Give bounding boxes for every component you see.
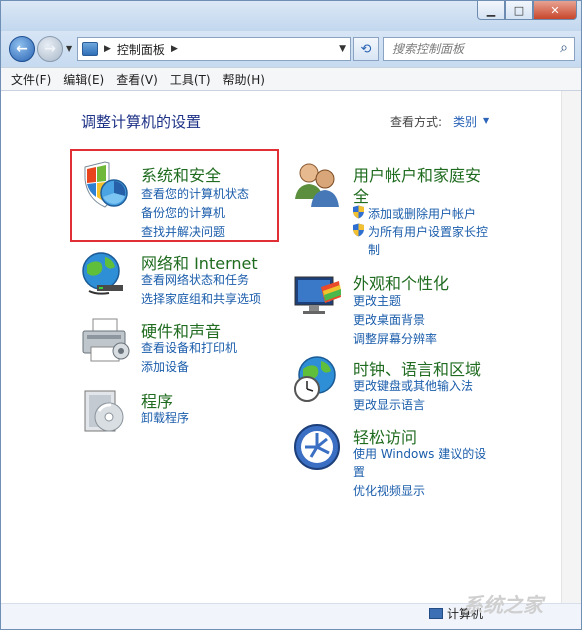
uac-shield-icon <box>353 223 364 237</box>
programs-icon[interactable] <box>79 385 131 437</box>
link-adjust-resolution[interactable]: 调整屏幕分辨率 <box>353 330 437 347</box>
menu-tools[interactable]: 工具(T) <box>164 71 217 88</box>
display-icon[interactable] <box>291 267 343 319</box>
back-button[interactable]: ← <box>9 36 35 62</box>
caption-buttons: ▁ □ ✕ <box>477 1 577 20</box>
category-appearance: 外观和个性化 更改主题 更改桌面背景 调整屏幕分辨率 <box>291 267 501 347</box>
link-windows-suggested-settings[interactable]: 使用 Windows 建议的设 <box>353 445 486 462</box>
category-hardware-sound: 硬件和声音 查看设备和打印机 添加设备 <box>79 315 279 375</box>
control-panel-icon <box>82 42 98 56</box>
category-title-user-accounts[interactable]: 用户帐户和家庭安 <box>353 162 481 186</box>
title-bar: ▁ □ ✕ <box>1 1 581 31</box>
navigation-bar: ← → ▼ ▶ 控制面板 ▶ ▼ ⟲ ⌕ <box>1 31 581 67</box>
breadcrumb-separator-icon[interactable]: ▶ <box>171 44 178 54</box>
menu-help[interactable]: 帮助(H) <box>217 71 271 88</box>
link-view-network-status[interactable]: 查看网络状态和任务 <box>141 271 249 288</box>
computer-icon <box>429 608 443 619</box>
minimize-button[interactable]: ▁ <box>477 1 505 20</box>
category-ease-of-access: 轻松访问 使用 Windows 建议的设 置 优化视频显示 <box>291 421 501 501</box>
globe-clock-icon[interactable] <box>291 353 343 405</box>
page-title: 调整计算机的设置 <box>81 113 202 131</box>
address-dropdown-icon[interactable]: ▼ <box>339 44 346 54</box>
uac-shield-icon <box>353 205 364 219</box>
watermark: 系统之家 <box>463 593 543 617</box>
search-icon[interactable]: ⌕ <box>560 40 568 56</box>
scrollbar[interactable] <box>561 91 581 629</box>
link-add-remove-user[interactable]: 添加或删除用户帐户 <box>368 205 476 222</box>
link-devices-printers[interactable]: 查看设备和打印机 <box>141 339 237 356</box>
refresh-icon: ⟲ <box>360 41 372 57</box>
category-user-accounts: 用户帐户和家庭安 全 添加或删除用户帐户 为所有用户设置家长控 制 <box>291 159 501 259</box>
accessibility-icon[interactable] <box>291 421 343 473</box>
forward-button[interactable]: → <box>37 36 63 62</box>
link-change-keyboard-input[interactable]: 更改键盘或其他输入法 <box>353 377 473 394</box>
link-windows-suggested-settings-line2[interactable]: 置 <box>353 463 365 480</box>
users-icon[interactable] <box>291 159 343 211</box>
link-change-display-language[interactable]: 更改显示语言 <box>353 396 425 413</box>
close-button[interactable]: ✕ <box>533 1 577 20</box>
history-dropdown-icon[interactable]: ▼ <box>66 44 72 53</box>
link-homegroup-sharing[interactable]: 选择家庭组和共享选项 <box>141 290 261 307</box>
category-programs: 程序 卸载程序 <box>79 385 279 435</box>
link-uninstall-program[interactable]: 卸载程序 <box>141 409 189 426</box>
link-parental-controls-line2[interactable]: 制 <box>368 241 380 258</box>
breadcrumb-separator-icon[interactable]: ▶ <box>104 44 111 54</box>
menu-bar: 文件(F) 编辑(E) 查看(V) 工具(T) 帮助(H) <box>1 67 581 91</box>
back-arrow-icon: ← <box>16 41 28 57</box>
control-panel-window: ▁ □ ✕ ← → ▼ ▶ 控制面板 ▶ ▼ ⟲ ⌕ 文件(F) 编辑(E) 查 <box>0 0 582 630</box>
category-clock-language-region: 时钟、语言和区域 更改键盘或其他输入法 更改显示语言 <box>291 353 501 413</box>
globe-network-icon[interactable] <box>79 247 131 299</box>
highlight-box <box>70 149 279 242</box>
menu-file[interactable]: 文件(F) <box>5 71 57 88</box>
link-add-device[interactable]: 添加设备 <box>141 358 189 375</box>
maximize-button[interactable]: □ <box>505 1 533 20</box>
link-change-desktop-background[interactable]: 更改桌面背景 <box>353 311 425 328</box>
link-change-theme[interactable]: 更改主题 <box>353 292 401 309</box>
search-box[interactable]: ⌕ <box>383 37 575 61</box>
link-parental-controls[interactable]: 为所有用户设置家长控 <box>368 223 488 240</box>
view-by-dropdown[interactable]: 类别 <box>453 113 477 130</box>
refresh-button[interactable]: ⟲ <box>353 37 379 61</box>
view-by-label: 查看方式: <box>390 115 443 129</box>
link-optimize-visual-display[interactable]: 优化视频显示 <box>353 482 425 499</box>
category-title-appearance[interactable]: 外观和个性化 <box>353 270 449 294</box>
category-title-user-accounts-line2[interactable]: 全 <box>353 183 369 207</box>
breadcrumb-control-panel[interactable]: 控制面板 <box>117 41 165 58</box>
category-network-internet: 网络和 Internet 查看网络状态和任务 选择家庭组和共享选项 <box>79 247 279 307</box>
printer-icon[interactable] <box>79 315 131 367</box>
search-input[interactable] <box>392 42 552 56</box>
menu-edit[interactable]: 编辑(E) <box>57 71 110 88</box>
menu-view[interactable]: 查看(V) <box>110 71 164 88</box>
forward-arrow-icon: → <box>44 41 56 57</box>
view-by-dropdown-arrow-icon[interactable]: ▼ <box>483 116 489 125</box>
address-bar[interactable]: ▶ 控制面板 ▶ ▼ <box>77 37 351 61</box>
